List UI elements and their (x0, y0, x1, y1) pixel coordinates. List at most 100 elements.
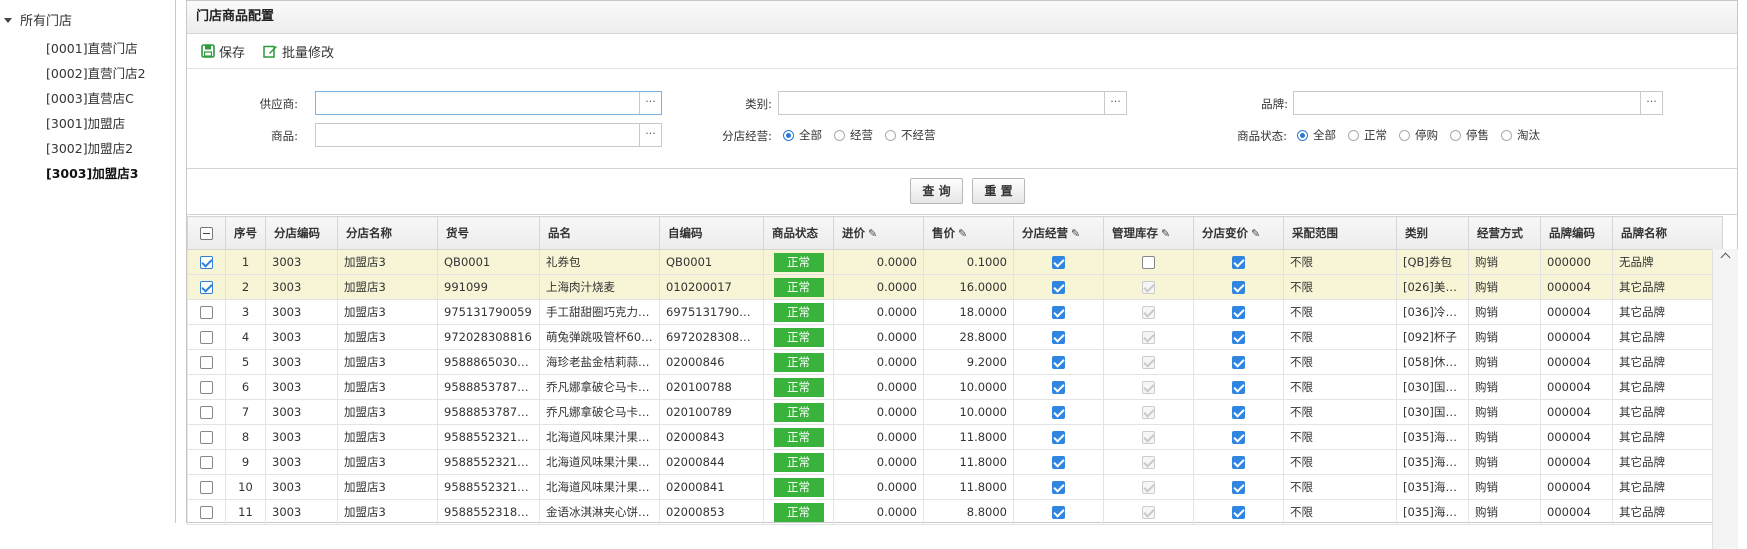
column-header-editable[interactable]: 分店经营 ✎ (1013, 216, 1104, 250)
tree-item-store[interactable]: [3002]加盟店2 (46, 138, 133, 157)
column-header[interactable]: 采配范围 (1283, 216, 1397, 250)
row-select-cell[interactable] (187, 474, 226, 500)
sale-price-cell[interactable]: 10.0000 (923, 399, 1014, 425)
product-picker-button[interactable]: ··· (639, 124, 661, 146)
row-checkbox[interactable] (200, 431, 213, 444)
manage-stock-checkbox[interactable] (1142, 431, 1155, 444)
table-row[interactable]: 2 3003 加盟店3 991099 上海肉汁烧麦 010200017 正常 0.0000 16… (187, 274, 1723, 300)
table-row[interactable]: 6 3003 加盟店3 9588853787862 乔凡娜拿破仑马卡龙... 020100… (187, 374, 1723, 400)
row-select-cell[interactable] (187, 249, 226, 275)
manage-stock-cell[interactable] (1103, 499, 1194, 525)
manage-stock-cell[interactable] (1103, 374, 1194, 400)
row-select-cell[interactable] (187, 324, 226, 350)
save-button[interactable]: 保存 (201, 42, 245, 61)
branch-manage-cell[interactable] (1013, 399, 1104, 425)
row-select-cell[interactable] (187, 399, 226, 425)
cost-price-cell[interactable]: 0.0000 (833, 299, 924, 325)
column-header[interactable]: 自编码 (659, 216, 764, 250)
table-row[interactable]: 9 3003 加盟店3 9588552321466 北海道风味果汁果冻... 020008… (187, 449, 1723, 475)
branch-manage-cell[interactable] (1013, 349, 1104, 375)
manage-stock-checkbox[interactable] (1142, 331, 1155, 344)
row-checkbox[interactable] (200, 281, 213, 294)
row-checkbox[interactable] (200, 256, 213, 269)
tree-item-store[interactable]: [3001]加盟店 (46, 113, 125, 132)
column-header-editable[interactable]: 管理库存 ✎ (1103, 216, 1194, 250)
supplier-picker-button[interactable]: ··· (639, 92, 661, 114)
column-header[interactable]: 分店编码 (265, 216, 338, 250)
tree-item-store-selected[interactable]: [3003]加盟店3 (46, 163, 138, 182)
branch-price-change-cell[interactable] (1193, 299, 1284, 325)
cost-price-cell[interactable]: 0.0000 (833, 349, 924, 375)
branch-manage-cell[interactable] (1013, 474, 1104, 500)
select-all-header[interactable] (187, 216, 226, 250)
table-row[interactable]: 4 3003 加盟店3 972028308816 萌兔弹跳吸管杯600ml 6972028… (187, 324, 1723, 350)
row-checkbox[interactable] (200, 481, 213, 494)
sale-price-cell[interactable]: 10.0000 (923, 374, 1014, 400)
branch-manage-checkbox[interactable] (1052, 281, 1065, 294)
manage-stock-cell[interactable] (1103, 424, 1194, 450)
manage-stock-cell[interactable] (1103, 299, 1194, 325)
status-radio-stop-sale[interactable]: 停售 (1450, 127, 1489, 143)
sale-price-cell[interactable]: 0.1000 (923, 249, 1014, 275)
category-picker-button[interactable]: ··· (1104, 92, 1126, 114)
cost-price-cell[interactable]: 0.0000 (833, 274, 924, 300)
supplier-input[interactable] (316, 92, 639, 114)
branch-manage-checkbox[interactable] (1052, 356, 1065, 369)
manage-stock-checkbox[interactable] (1142, 256, 1155, 269)
status-radio-all[interactable]: 全部 (1297, 127, 1336, 143)
table-row[interactable]: 5 3003 加盟店3 9588865030192 海珍老盐金桔莉蒜果... 020008… (187, 349, 1723, 375)
column-header-editable[interactable]: 分店变价 ✎ (1193, 216, 1284, 250)
brand-picker-button[interactable]: ··· (1640, 92, 1662, 114)
tree-item-store[interactable]: [0003]直营店C (46, 88, 134, 107)
row-select-cell[interactable] (187, 274, 226, 300)
branch-price-change-cell[interactable] (1193, 499, 1284, 525)
reset-button[interactable]: 重 置 (972, 178, 1025, 204)
branch-price-change-cell[interactable] (1193, 474, 1284, 500)
manage-stock-checkbox[interactable] (1142, 356, 1155, 369)
column-header[interactable]: 类别 (1396, 216, 1469, 250)
column-header[interactable]: 货号 (437, 216, 540, 250)
branch-price-change-checkbox[interactable] (1232, 481, 1245, 494)
branch-price-change-checkbox[interactable] (1232, 256, 1245, 269)
manage-stock-cell[interactable] (1103, 449, 1194, 475)
status-radio-eliminated[interactable]: 淘汰 (1501, 127, 1540, 143)
row-select-cell[interactable] (187, 374, 226, 400)
status-radio-stop-purchase[interactable]: 停购 (1399, 127, 1438, 143)
cost-price-cell[interactable]: 0.0000 (833, 499, 924, 525)
batch-edit-button[interactable]: 批量修改 (263, 42, 334, 61)
branch-price-change-checkbox[interactable] (1232, 456, 1245, 469)
branch-price-change-checkbox[interactable] (1232, 406, 1245, 419)
cost-price-cell[interactable]: 0.0000 (833, 249, 924, 275)
caret-down-icon[interactable] (4, 18, 12, 23)
manage-stock-cell[interactable] (1103, 349, 1194, 375)
cost-price-cell[interactable]: 0.0000 (833, 374, 924, 400)
manage-stock-checkbox[interactable] (1142, 481, 1155, 494)
branch-manage-checkbox[interactable] (1052, 306, 1065, 319)
branch-manage-radio-unmanaged[interactable]: 不经营 (885, 127, 936, 143)
column-header[interactable]: 商品状态 (763, 216, 834, 250)
branch-manage-cell[interactable] (1013, 449, 1104, 475)
row-checkbox[interactable] (200, 381, 213, 394)
cost-price-cell[interactable]: 0.0000 (833, 424, 924, 450)
branch-manage-cell[interactable] (1013, 299, 1104, 325)
branch-manage-cell[interactable] (1013, 424, 1104, 450)
branch-manage-checkbox[interactable] (1052, 506, 1065, 519)
manage-stock-checkbox[interactable] (1142, 406, 1155, 419)
row-checkbox[interactable] (200, 456, 213, 469)
tree-root-all-stores[interactable]: 所有门店 (4, 10, 72, 29)
sale-price-cell[interactable]: 11.8000 (923, 449, 1014, 475)
row-select-cell[interactable] (187, 499, 226, 525)
table-row[interactable]: 11 3003 加盟店3 9588552318947 金语冰淇淋夹心饼干... 02000… (187, 499, 1723, 525)
branch-manage-checkbox[interactable] (1052, 481, 1065, 494)
branch-price-change-checkbox[interactable] (1232, 331, 1245, 344)
branch-manage-checkbox[interactable] (1052, 406, 1065, 419)
sale-price-cell[interactable]: 18.0000 (923, 299, 1014, 325)
manage-stock-cell[interactable] (1103, 474, 1194, 500)
sale-price-cell[interactable]: 16.0000 (923, 274, 1014, 300)
branch-price-change-cell[interactable] (1193, 249, 1284, 275)
column-header[interactable]: 品牌名称 (1612, 216, 1723, 250)
column-header[interactable]: 序号 (225, 216, 266, 250)
branch-manage-cell[interactable] (1013, 374, 1104, 400)
select-all-checkbox[interactable] (200, 227, 213, 240)
manage-stock-cell[interactable] (1103, 249, 1194, 275)
